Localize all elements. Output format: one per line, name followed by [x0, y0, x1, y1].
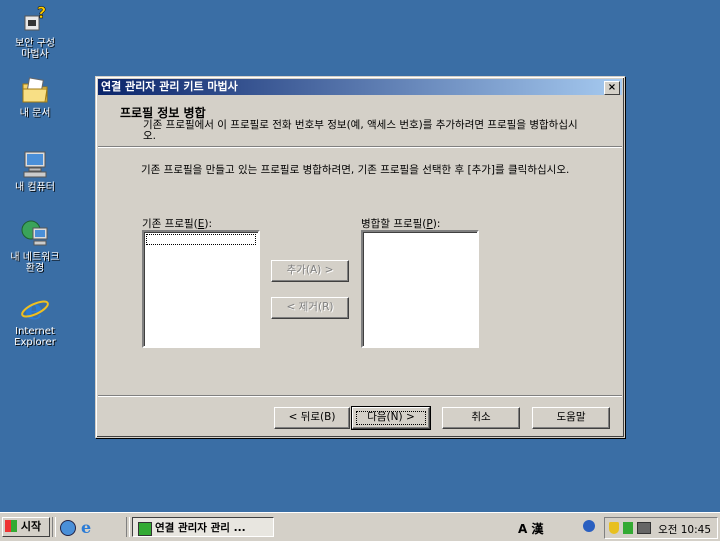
merge-profiles-label: 병합할 프로필(P):	[361, 218, 441, 230]
desktop-icon-my-documents[interactable]: 내 문서	[0, 74, 70, 119]
monitor-tray-icon[interactable]	[637, 522, 651, 534]
my-computer-icon	[19, 148, 51, 180]
close-icon: ×	[607, 82, 617, 93]
desktop-icon-security-wizard[interactable]: ? 보안 구성 마법사	[0, 3, 70, 60]
start-button[interactable]: 시작	[2, 517, 50, 537]
taskbar-separator	[52, 517, 56, 537]
svg-text:?: ?	[37, 4, 46, 22]
desktop-icon-label: 내 네트워크 환경	[10, 252, 60, 274]
header-description: 기존 프로필에서 이 프로필로 전화 번호부 정보(예, 액세스 번호)를 추가…	[143, 119, 578, 142]
quicklaunch-desktop-icon[interactable]	[60, 520, 76, 536]
help-tray-icon[interactable]	[583, 520, 595, 532]
cancel-button[interactable]: 취소	[442, 407, 520, 429]
taskbar-separator	[126, 517, 130, 537]
internet-explorer-icon: e	[19, 292, 51, 326]
network-tray-icon[interactable]	[623, 522, 633, 534]
existing-profiles-label: 기존 프로필(E):	[142, 218, 213, 230]
language-bar[interactable]: A 漢	[518, 520, 543, 537]
next-button[interactable]: 다음(N) >	[351, 406, 431, 430]
footer-divider	[98, 395, 622, 397]
ime-indicator: A 漢	[518, 522, 544, 536]
desktop-icon-label: 내 컴퓨터	[15, 182, 55, 193]
clock[interactable]: 오전 10:45	[658, 522, 711, 537]
system-tray: 오전 10:45	[604, 517, 718, 539]
my-documents-icon	[19, 74, 51, 106]
taskbar: 시작 e 연결 관리자 관리 ... A 漢 오전 10:45	[0, 512, 720, 541]
desktop-icon-label: 내 문서	[19, 108, 51, 119]
list-focus-row	[146, 234, 256, 245]
existing-profiles-list[interactable]	[142, 230, 260, 348]
focus-rect	[356, 411, 426, 425]
add-button[interactable]: 추가(A) >	[271, 260, 349, 282]
desktop-icon-internet-explorer[interactable]: e Internet Explorer	[0, 292, 70, 348]
security-shield-icon[interactable]	[609, 522, 619, 534]
close-button[interactable]: ×	[604, 81, 620, 95]
security-wizard-icon: ?	[19, 3, 51, 36]
merge-profiles-list[interactable]	[361, 230, 479, 348]
wizard-app-icon	[138, 522, 152, 536]
header-divider	[98, 146, 622, 148]
wizard-header: 프로필 정보 병합 기존 프로필에서 이 프로필로 전화 번호부 정보(예, 액…	[98, 96, 622, 146]
remove-button[interactable]: < 제거(R)	[271, 297, 349, 319]
taskbar-task-wizard[interactable]: 연결 관리자 관리 ...	[132, 517, 274, 537]
quicklaunch-ie-icon[interactable]: e	[81, 518, 91, 537]
desktop-icon-label: Internet Explorer	[14, 326, 56, 348]
desktop-icon-network-places[interactable]: 내 네트워크 환경	[0, 218, 70, 274]
task-label: 연결 관리자 관리 ...	[155, 522, 246, 534]
network-places-icon	[19, 218, 51, 250]
start-label: 시작	[20, 520, 42, 533]
desktop-icon-label: 보안 구성 마법사	[15, 38, 55, 60]
wizard-dialog: 연결 관리자 관리 키트 마법사 × 프로필 정보 병합 기존 프로필에서 이 …	[95, 76, 625, 438]
back-button[interactable]: < 뒤로(B)	[274, 407, 350, 429]
windows-logo-icon	[5, 520, 17, 532]
dialog-title: 연결 관리자 관리 키트 마법사	[101, 80, 238, 93]
desktop-icon-my-computer[interactable]: 내 컴퓨터	[0, 148, 70, 193]
instruction-text: 기존 프로필을 만들고 있는 프로필로 병합하려면, 기존 프로필을 선택한 후…	[141, 164, 570, 176]
help-button[interactable]: 도움말	[532, 407, 610, 429]
dialog-titlebar[interactable]: 연결 관리자 관리 키트 마법사 ×	[98, 79, 622, 95]
